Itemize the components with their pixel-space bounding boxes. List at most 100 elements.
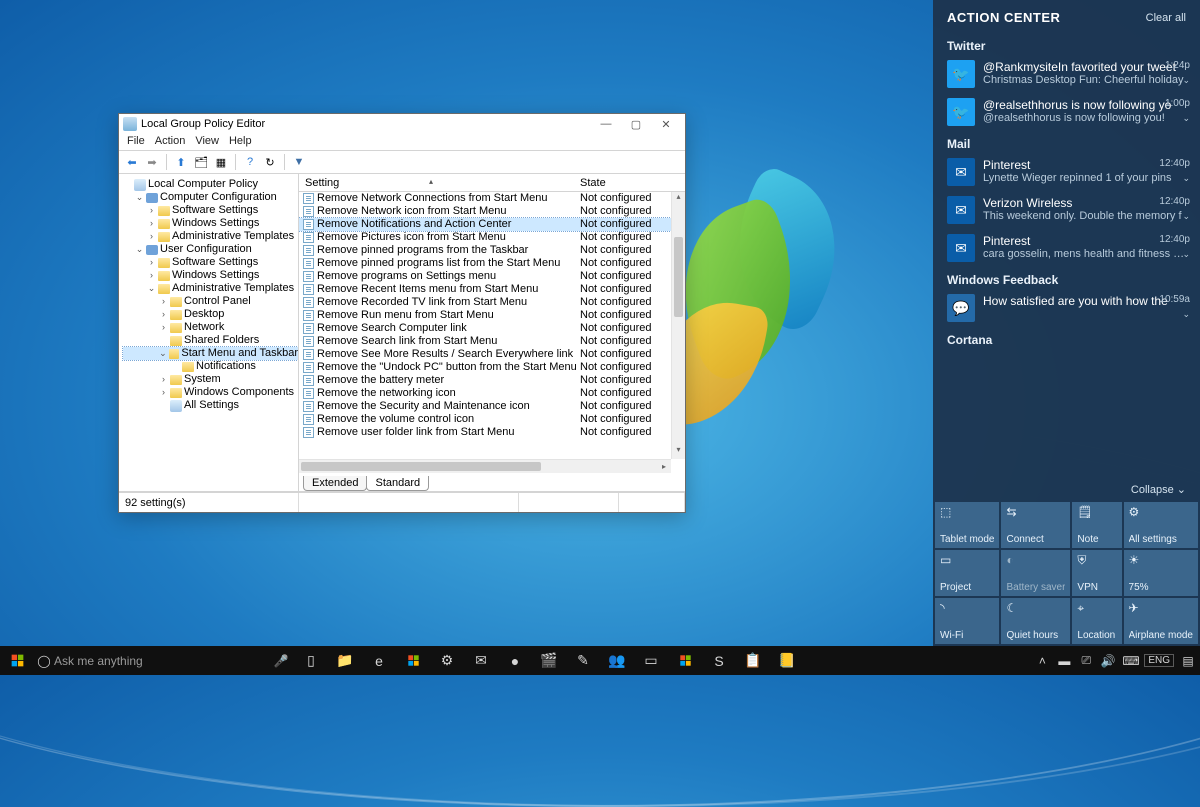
expand-icon[interactable]: ⌄ <box>135 243 144 256</box>
taskbar-app-12[interactable]: S <box>702 646 736 675</box>
tree-node[interactable]: Notifications <box>123 360 298 373</box>
notification-group-header[interactable]: Windows Feedback <box>933 267 1200 289</box>
taskbar-app-6[interactable]: ● <box>498 646 532 675</box>
scroll-right-icon[interactable]: ▸ <box>657 460 671 473</box>
hscroll-thumb[interactable] <box>301 462 541 471</box>
taskbar-app-2[interactable]: e <box>362 646 396 675</box>
taskbar-app-8[interactable]: ✎ <box>566 646 600 675</box>
policy-row[interactable]: Remove the volume control iconNot config… <box>299 413 685 426</box>
expand-icon[interactable]: › <box>159 295 168 308</box>
clear-all-button[interactable]: Clear all <box>1146 12 1186 24</box>
list-header[interactable]: Setting ▴ State <box>299 174 685 192</box>
notification-group-header[interactable]: Twitter <box>933 33 1200 55</box>
notification-group-header[interactable]: Cortana <box>933 327 1200 349</box>
quick-action-location[interactable]: ⌖Location <box>1072 598 1121 644</box>
policy-row[interactable]: Remove Run menu from Start MenuNot confi… <box>299 309 685 322</box>
taskbar-app-9[interactable]: 👥 <box>600 646 634 675</box>
policy-row[interactable]: Remove Pictures icon from Start MenuNot … <box>299 231 685 244</box>
notification-item[interactable]: 🐦@RankmysiteIn favorited your tweetChris… <box>933 55 1200 93</box>
notification-item[interactable]: ✉Verizon WirelessThis weekend only. Doub… <box>933 191 1200 229</box>
policy-row[interactable]: Remove the networking iconNot configured <box>299 387 685 400</box>
microphone-icon[interactable]: 🎤 <box>268 654 294 668</box>
expand-icon[interactable]: ⌄ <box>147 282 156 295</box>
chevron-down-icon[interactable]: ⌄ <box>1182 173 1190 184</box>
notification-item[interactable]: ✉Pinterestcara gosselin, mens health and… <box>933 229 1200 267</box>
chevron-down-icon[interactable]: ⌄ <box>1182 249 1190 260</box>
tree-node[interactable]: ›Network <box>123 321 298 334</box>
show-hide-tree-button[interactable]: 🗂 <box>192 153 210 171</box>
taskbar-app-0[interactable]: ▯ <box>294 646 328 675</box>
taskbar-app-4[interactable]: ⚙ <box>430 646 464 675</box>
expand-icon[interactable]: › <box>159 386 168 399</box>
network-icon[interactable]: ⎚ <box>1078 653 1094 668</box>
policy-row[interactable]: Remove Network icon from Start MenuNot c… <box>299 205 685 218</box>
taskbar-app-1[interactable]: 📁 <box>328 646 362 675</box>
chevron-down-icon[interactable]: ⌄ <box>1182 113 1190 124</box>
taskbar-app-13[interactable]: 📋 <box>736 646 770 675</box>
expand-icon[interactable]: › <box>147 269 156 282</box>
close-button[interactable]: ✕ <box>651 115 681 133</box>
expand-icon[interactable]: › <box>147 230 156 243</box>
expand-icon[interactable]: › <box>147 217 156 230</box>
maximize-button[interactable]: ▢ <box>621 115 651 133</box>
policy-row[interactable]: Remove Search link from Start MenuNot co… <box>299 335 685 348</box>
taskbar-app-5[interactable]: ✉ <box>464 646 498 675</box>
col-state[interactable]: State <box>580 177 685 189</box>
tree-node[interactable]: ›Desktop <box>123 308 298 321</box>
language-indicator[interactable]: ENG <box>1144 654 1174 667</box>
expand-icon[interactable]: › <box>159 321 168 334</box>
minimize-button[interactable]: — <box>591 115 621 133</box>
horizontal-scrollbar[interactable]: ◂ ▸ <box>299 459 671 473</box>
help-button[interactable]: ? <box>241 153 259 171</box>
policy-row[interactable]: Remove user folder link from Start MenuN… <box>299 426 685 439</box>
taskbar-app-7[interactable]: 🎬 <box>532 646 566 675</box>
menu-action[interactable]: Action <box>155 135 186 147</box>
taskbar-app-3[interactable] <box>396 646 430 675</box>
notification-group-header[interactable]: Mail <box>933 131 1200 153</box>
tree-node[interactable]: ›Control Panel <box>123 295 298 308</box>
expand-icon[interactable]: › <box>147 256 156 269</box>
up-button[interactable]: ⬆ <box>172 153 190 171</box>
col-setting[interactable]: Setting <box>299 177 580 189</box>
tree-node[interactable]: ›Windows Settings <box>123 217 298 230</box>
tree-node[interactable]: ⌄Computer Configuration <box>123 191 298 204</box>
collapse-button[interactable]: Collapse ⌄ <box>933 479 1200 500</box>
policy-row[interactable]: Remove the "Undock PC" button from the S… <box>299 361 685 374</box>
scroll-up-icon[interactable]: ▴ <box>672 192 685 206</box>
tree-node[interactable]: Shared Folders <box>123 334 298 347</box>
scroll-down-icon[interactable]: ▾ <box>672 445 685 459</box>
quick-action-75-[interactable]: ☀75% <box>1124 550 1198 596</box>
chevron-down-icon[interactable]: ⌄ <box>1182 309 1190 320</box>
policy-row[interactable]: Remove the Security and Maintenance icon… <box>299 400 685 413</box>
expand-icon[interactable]: ⌄ <box>159 347 167 360</box>
policy-row[interactable]: Remove the battery meterNot configured <box>299 374 685 387</box>
quick-action-battery-saver[interactable]: ◐Battery saver <box>1001 550 1070 596</box>
tree-node[interactable]: ⌄User Configuration <box>123 243 298 256</box>
menu-view[interactable]: View <box>195 135 219 147</box>
tree-node[interactable]: All Settings <box>123 399 298 412</box>
tree-node[interactable]: ›Software Settings <box>123 204 298 217</box>
tree-node[interactable]: Local Computer Policy <box>123 178 298 191</box>
quick-action-note[interactable]: 🗒Note <box>1072 502 1121 548</box>
quick-action-all-settings[interactable]: ⚙All settings <box>1124 502 1198 548</box>
scroll-thumb[interactable] <box>674 237 683 317</box>
policy-row[interactable]: Remove pinned programs list from the Sta… <box>299 257 685 270</box>
notification-item[interactable]: 🐦@realsethhorus is now following yo@real… <box>933 93 1200 131</box>
battery-icon[interactable]: ▬ <box>1056 654 1072 668</box>
policy-row[interactable]: Remove See More Results / Search Everywh… <box>299 348 685 361</box>
policy-row[interactable]: Remove Recent Items menu from Start Menu… <box>299 283 685 296</box>
quick-action-airplane-mode[interactable]: ✈Airplane mode <box>1124 598 1198 644</box>
tree-node[interactable]: ›Windows Components <box>123 386 298 399</box>
tab-standard[interactable]: Standard <box>366 476 429 491</box>
tree-node[interactable]: ›Administrative Templates <box>123 230 298 243</box>
export-list-button[interactable]: ▦ <box>212 153 230 171</box>
quick-action-tablet-mode[interactable]: ⬚Tablet mode <box>935 502 999 548</box>
policy-row[interactable]: Remove Recorded TV link from Start MenuN… <box>299 296 685 309</box>
expand-icon[interactable]: › <box>159 373 168 386</box>
expand-icon[interactable]: › <box>159 308 168 321</box>
filter-button[interactable]: ▼ <box>290 153 308 171</box>
notification-item[interactable]: 💬How satisfied are you with how the10:59… <box>933 289 1200 327</box>
tree-node[interactable]: ›System <box>123 373 298 386</box>
quick-action-quiet-hours[interactable]: ☾Quiet hours <box>1001 598 1070 644</box>
taskbar-app-11[interactable] <box>668 646 702 675</box>
